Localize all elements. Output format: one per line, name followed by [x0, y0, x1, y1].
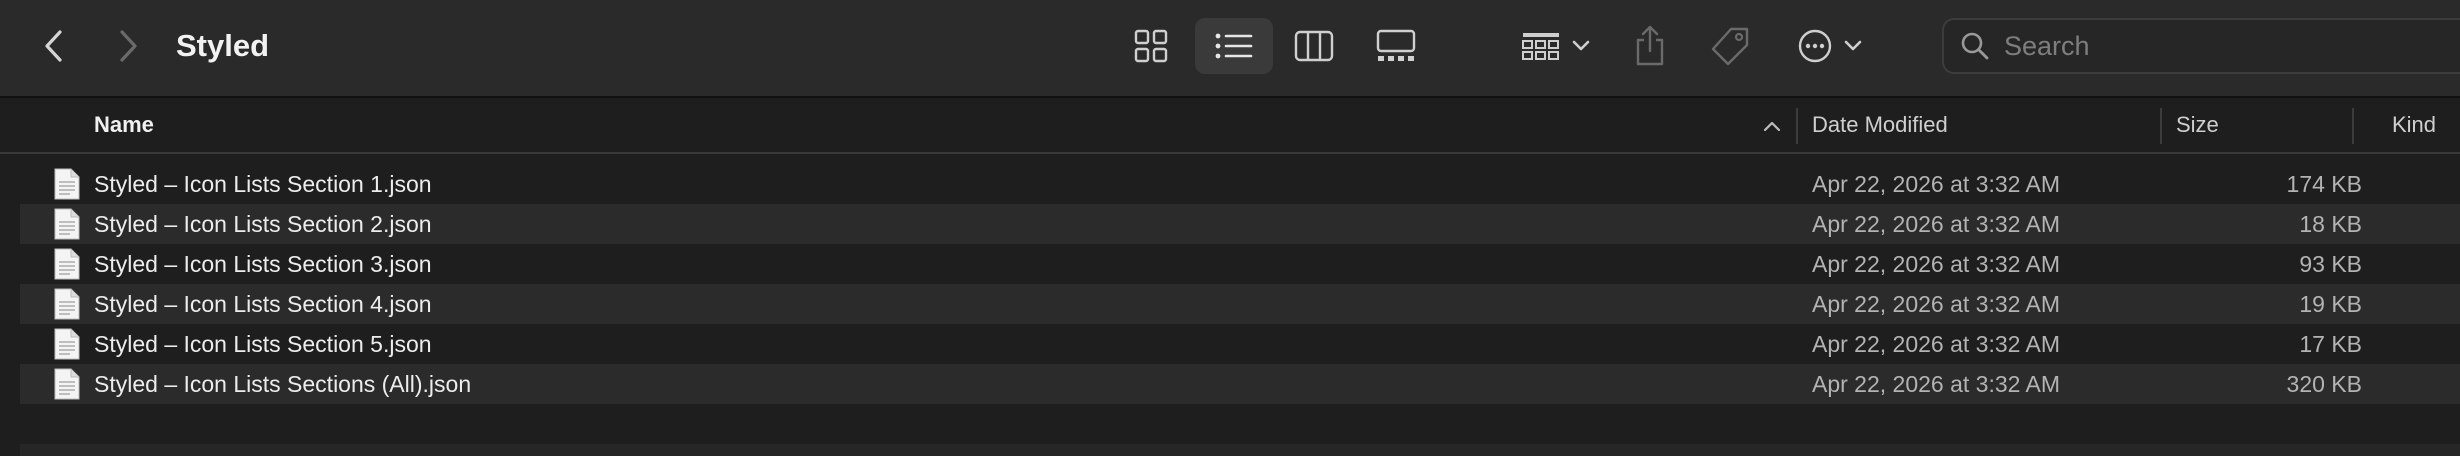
file-date-modified: Apr 22, 2026 at 3:32 AM — [1812, 371, 2061, 397]
more-actions-button[interactable] — [1790, 24, 1870, 68]
file-row[interactable]: Styled – Icon Lists Section 2.json Apr 2… — [20, 204, 2460, 244]
search-field[interactable] — [1942, 18, 2460, 74]
file-size: 19 KB — [2299, 291, 2362, 317]
view-as-icons-button[interactable] — [1130, 26, 1172, 66]
column-header-name[interactable]: Name — [94, 98, 1794, 152]
finder-window: Styled Search Name Date Modified Size Ki… — [0, 0, 2460, 456]
file-name: Styled – Icon Lists Section 3.json — [94, 251, 432, 277]
file-name: Styled – Icon Lists Section 4.json — [94, 291, 432, 317]
back-button[interactable] — [34, 24, 74, 68]
file-date-modified: Apr 22, 2026 at 3:32 AM — [1812, 211, 2061, 237]
share-button[interactable] — [1630, 20, 1670, 70]
file-name: Styled – Icon Lists Section 2.json — [94, 211, 432, 237]
toolbar: Styled — [0, 0, 2460, 98]
document-icon — [54, 168, 80, 200]
file-row[interactable]: Styled – Icon Lists Section 3.json Apr 2… — [20, 244, 2460, 284]
column-header-date-modified[interactable]: Date Modified — [1812, 98, 2152, 152]
view-as-gallery-button[interactable] — [1373, 24, 1419, 68]
column-header-row: Name Date Modified Size Kind — [0, 98, 2460, 154]
grid-icon — [1134, 29, 1168, 63]
search-input[interactable] — [2002, 29, 2406, 63]
column-header-kind[interactable]: Kind — [2392, 98, 2460, 152]
group-icon — [1522, 33, 1559, 60]
document-icon — [54, 328, 80, 360]
tags-button[interactable] — [1706, 24, 1754, 70]
file-list: Styled – Icon Lists Section 1.json Apr 2… — [20, 164, 2460, 404]
document-icon — [54, 288, 80, 320]
file-size: 17 KB — [2299, 331, 2362, 357]
group-by-button[interactable] — [1516, 26, 1596, 66]
file-date-modified: Apr 22, 2026 at 3:32 AM — [1812, 171, 2061, 197]
file-date-modified: Apr 22, 2026 at 3:32 AM — [1812, 291, 2061, 317]
column-divider[interactable] — [2352, 108, 2354, 144]
file-size: 174 KB — [2286, 171, 2362, 197]
document-icon — [54, 368, 80, 400]
file-size: 18 KB — [2299, 211, 2362, 237]
chevron-down-icon — [1572, 40, 1590, 51]
document-icon — [54, 208, 80, 240]
chevron-left-icon — [45, 30, 62, 62]
file-date-modified: Apr 22, 2026 at 3:32 AM — [1812, 251, 2061, 277]
chevron-right-icon — [120, 30, 137, 62]
file-row[interactable]: Styled – Icon Lists Section 1.json Apr 2… — [20, 164, 2460, 204]
chevron-down-icon — [1844, 40, 1862, 51]
columns-icon — [1294, 30, 1334, 62]
file-name: Styled – Icon Lists Sections (All).json — [94, 371, 472, 397]
search-icon — [1960, 31, 1990, 61]
sort-ascending-icon[interactable] — [1760, 114, 1784, 138]
file-size: 93 KB — [2299, 251, 2362, 277]
share-icon — [1636, 25, 1664, 66]
window-title: Styled — [176, 28, 270, 63]
view-as-columns-button[interactable] — [1293, 26, 1335, 66]
file-row[interactable]: Styled – Icon Lists Sections (All).json … — [20, 364, 2460, 404]
file-size: 320 KB — [2286, 371, 2362, 397]
column-divider[interactable] — [1796, 108, 1798, 144]
file-row[interactable]: Styled – Icon Lists Section 4.json Apr 2… — [20, 284, 2460, 324]
gallery-icon — [1376, 29, 1416, 61]
file-name: Styled – Icon Lists Section 5.json — [94, 331, 432, 357]
forward-button[interactable] — [108, 24, 148, 68]
column-header-size[interactable]: Size — [2176, 98, 2356, 152]
file-row[interactable]: Styled – Icon Lists Section 5.json Apr 2… — [20, 324, 2460, 364]
file-date-modified: Apr 22, 2026 at 3:32 AM — [1812, 331, 2061, 357]
empty-row — [20, 444, 2460, 456]
document-icon — [54, 248, 80, 280]
file-name: Styled – Icon Lists Section 1.json — [94, 171, 432, 197]
tag-icon — [1711, 27, 1749, 66]
ellipsis-circle-icon — [1798, 29, 1832, 63]
list-icon — [1215, 33, 1253, 59]
column-divider[interactable] — [2160, 108, 2162, 144]
view-as-list-button[interactable] — [1195, 18, 1273, 74]
